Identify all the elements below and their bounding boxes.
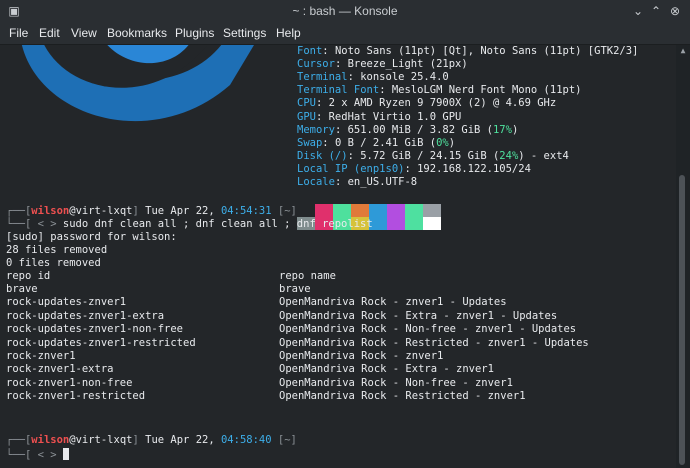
menu-file[interactable]: File xyxy=(9,26,28,40)
system-info-row: Terminal Font: MesloLGM Nerd Font Mono (… xyxy=(297,84,582,97)
window-title: ~ : bash — Konsole xyxy=(292,4,398,18)
scrollbar[interactable]: ▲ xyxy=(676,45,690,468)
system-info-row: GPU: RedHat Virtio 1.0 GPU xyxy=(297,110,462,123)
maximize-icon[interactable]: ⌃ xyxy=(648,3,664,19)
system-info-row: Cursor: Breeze_Light (21px) xyxy=(297,58,468,71)
menu-settings[interactable]: Settings xyxy=(223,26,266,40)
repo-header: repo id repo name xyxy=(6,270,336,282)
system-info-row: Memory: 651.00 MiB / 3.82 GiB (17%) xyxy=(297,123,519,136)
palette-swatch xyxy=(387,217,405,230)
terminal-area[interactable]: Font: Noto Sans (11pt) [Qt], Noto Sans (… xyxy=(0,45,676,468)
menu-edit[interactable]: Edit xyxy=(39,26,60,40)
repo-row: rock-updates-znver1 OpenMandriva Rock - z… xyxy=(6,296,507,309)
system-info-row: Disk (/): 5.72 GiB / 24.15 GiB (24%) - e… xyxy=(297,149,569,162)
menu-view[interactable]: View xyxy=(71,26,97,40)
palette-swatch xyxy=(315,204,333,217)
palette-swatch xyxy=(333,204,351,217)
palette-swatch xyxy=(423,204,441,217)
system-info-row: Font: Noto Sans (11pt) [Qt], Noto Sans (… xyxy=(297,45,639,57)
palette-swatch xyxy=(297,204,315,217)
system-info-row: CPU: 2 x AMD Ryzen 9 7900X (2) @ 4.69 GH… xyxy=(297,97,557,110)
menu-help[interactable]: Help xyxy=(276,26,301,40)
system-info-row: Local IP (enp1s0): 192.168.122.105/24 xyxy=(297,162,531,175)
openmandriva-logo xyxy=(22,45,254,121)
menu-bookmarks[interactable]: Bookmarks xyxy=(107,26,167,40)
prompt-line-2: ┌──[wilson@virt-lxqt] Tue Apr 22, 04:58:… xyxy=(6,434,297,446)
command-line-2[interactable]: └──[ < > xyxy=(6,448,69,461)
output-line: 28 files removed xyxy=(6,244,108,256)
command-line-1: └──[ < > sudo dnf clean all ; dnf clean … xyxy=(6,218,373,230)
system-info-row: Terminal: konsole 25.4.0 xyxy=(297,71,449,84)
output-line: [sudo] password for wilson: xyxy=(6,231,177,243)
repo-row: rock-updates-znver1-non-free OpenMandriva… xyxy=(6,323,577,336)
palette-swatch xyxy=(351,204,369,217)
prompt-line-1: ┌──[wilson@virt-lxqt] Tue Apr 22, 04:54:… xyxy=(6,205,297,217)
palette-swatch xyxy=(369,204,387,217)
menu-bar: File Edit View Bookmarks Plugins Setting… xyxy=(0,22,690,45)
palette-swatch xyxy=(387,204,405,217)
output-line: 0 files removed xyxy=(6,257,101,269)
repo-row: rock-znver1-restricted OpenMandriva Rock … xyxy=(6,390,526,403)
palette-swatch xyxy=(405,204,423,217)
scroll-up-icon[interactable]: ▲ xyxy=(678,47,688,55)
repo-row: rock-updates-znver1-extra OpenMandriva Ro… xyxy=(6,309,558,322)
menu-plugins[interactable]: Plugins xyxy=(175,26,214,40)
palette-swatch xyxy=(405,217,423,230)
repo-row: rock-znver1-non-free OpenMandriva Rock - … xyxy=(6,376,513,389)
title-bar: ▣ ~ : bash — Konsole ⌄ ⌃ ⊗ xyxy=(0,0,690,22)
system-info-row: Swap: 0 B / 2.41 GiB (0%) xyxy=(297,136,456,149)
repo-row: rock-znver1-extra OpenMandriva Rock - Ext… xyxy=(6,363,494,376)
repo-row: rock-znver1 OpenMandriva Rock - znver1 xyxy=(6,350,444,362)
scrollbar-handle[interactable] xyxy=(679,175,685,465)
konsole-window: ▣ ~ : bash — Konsole ⌄ ⌃ ⊗ File Edit Vie… xyxy=(0,0,690,468)
close-icon[interactable]: ⊗ xyxy=(667,3,683,19)
repo-row: brave brave xyxy=(6,283,311,295)
text-cursor xyxy=(62,448,69,460)
palette-swatch xyxy=(423,217,441,230)
minimize-icon[interactable]: ⌄ xyxy=(630,3,646,19)
repo-row: rock-updates-znver1-restricted OpenMandri… xyxy=(6,336,589,349)
system-info-row: Locale: en_US.UTF-8 xyxy=(297,176,418,188)
